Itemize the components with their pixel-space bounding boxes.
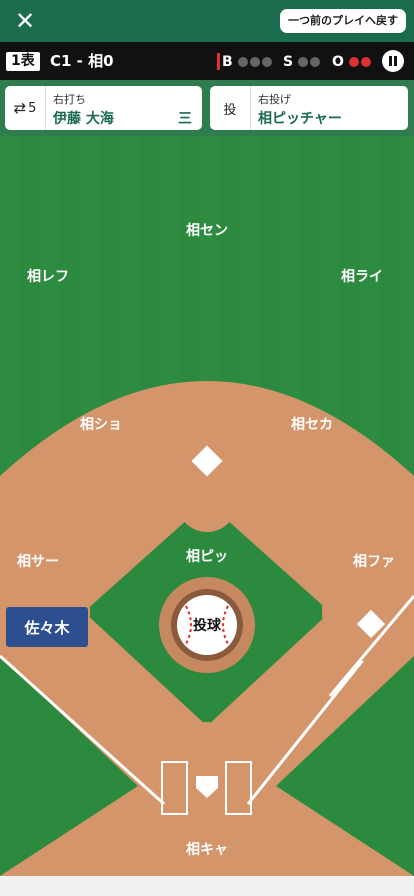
pitcher-hand: 右投げ bbox=[258, 93, 291, 106]
ball-count: B bbox=[222, 54, 272, 70]
out-dot bbox=[348, 57, 359, 67]
fielder-catcher[interactable]: 相キャ bbox=[186, 839, 228, 859]
fielder-shortstop[interactable]: 相ショ bbox=[80, 414, 122, 434]
swap-icon[interactable]: ⇄ bbox=[14, 99, 27, 117]
top-header: ✕ 一つ前のプレイへ戻す bbox=[0, 0, 414, 42]
count-marker bbox=[217, 53, 220, 70]
runner-third-base[interactable]: 佐々木 bbox=[6, 607, 88, 647]
pitch-button[interactable]: 投球 bbox=[181, 599, 233, 651]
batter-hand: 右打ち bbox=[53, 93, 86, 106]
fielder-third[interactable]: 相サー bbox=[17, 551, 59, 571]
fielder-right[interactable]: 相ライ bbox=[341, 266, 383, 286]
ball-dot bbox=[237, 57, 248, 67]
fielder-center[interactable]: 相セン bbox=[186, 220, 228, 240]
batting-order[interactable]: ⇄ 5 bbox=[5, 86, 46, 130]
second-base-area bbox=[177, 472, 237, 532]
pause-icon[interactable] bbox=[382, 50, 404, 72]
strike-dot bbox=[298, 57, 309, 67]
balls-label: B bbox=[222, 54, 233, 70]
inning-badge: 1表 bbox=[6, 52, 40, 71]
batter-name: 伊藤 大海 bbox=[53, 111, 114, 127]
fielder-first[interactable]: 相ファ bbox=[353, 551, 395, 571]
out-count: O bbox=[332, 54, 371, 70]
fielder-left[interactable]: 相レフ bbox=[27, 266, 69, 286]
pitcher-name: 相ピッチャー bbox=[258, 111, 342, 127]
close-icon[interactable]: ✕ bbox=[10, 6, 40, 36]
batting-order-number: 5 bbox=[28, 100, 37, 116]
strike-count: S bbox=[283, 54, 321, 70]
baseball-field: 相セン 相レフ 相ライ 相ショ 相セカ 相サー 相ファ 相ピッ 相キャ 佐々木 … bbox=[0, 136, 414, 876]
ball-dot bbox=[249, 57, 260, 67]
pitcher-section: 投 bbox=[210, 86, 251, 130]
batter-card[interactable]: ⇄ 5 右打ち 伊藤 大海 三 bbox=[5, 86, 202, 130]
strikes-label: S bbox=[283, 54, 294, 70]
strike-dot bbox=[310, 57, 321, 67]
score-bar: 1表 C1 - 相0 B S O bbox=[0, 42, 414, 80]
undo-previous-play-button[interactable]: 一つ前のプレイへ戻す bbox=[280, 9, 406, 33]
bottom-bar bbox=[0, 876, 414, 896]
matchup-panel: ⇄ 5 右打ち 伊藤 大海 三 投 右投げ 相ピッチャー bbox=[0, 80, 414, 136]
batter-position: 三 bbox=[178, 111, 192, 127]
pitcher-card[interactable]: 投 右投げ 相ピッチャー bbox=[210, 86, 408, 130]
score-text: C1 - 相0 bbox=[50, 52, 114, 70]
infield-svg bbox=[0, 381, 414, 876]
out-dot bbox=[360, 57, 371, 67]
ball-dot bbox=[261, 57, 272, 67]
fielder-pitcher[interactable]: 相ピッ bbox=[186, 546, 228, 566]
outs-label: O bbox=[332, 54, 344, 70]
fielder-second[interactable]: 相セカ bbox=[291, 414, 333, 434]
